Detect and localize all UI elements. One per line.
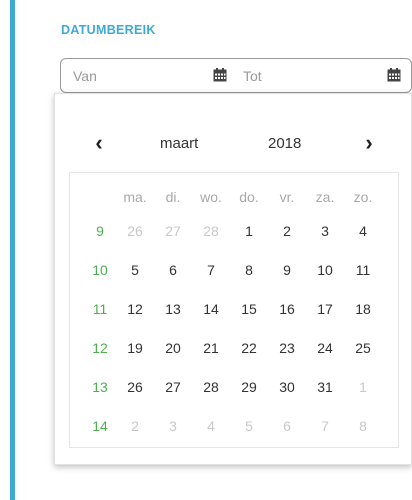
weekday-label: di.: [165, 189, 181, 205]
week-row: 11 12 13 14 15 16 17 18: [84, 289, 382, 328]
day-cell[interactable]: 22: [230, 328, 268, 367]
side-accent-bar: [10, 0, 15, 500]
calendar-table: ma. di. wo. do. vr. za. zo. 9 26 27 28 1 2 3 4 1…: [84, 183, 382, 445]
weekday-label: wo.: [200, 189, 222, 205]
day-cell[interactable]: 18: [344, 289, 382, 328]
month-label[interactable]: maart: [160, 135, 198, 152]
year-label[interactable]: 2018: [268, 135, 301, 152]
day-cell-outside-month[interactable]: 6: [268, 406, 306, 445]
day-cell[interactable]: 25: [344, 328, 382, 367]
day-cell[interactable]: 11: [344, 250, 382, 289]
weekday-label: vr.: [279, 189, 295, 205]
day-cell[interactable]: 7: [192, 250, 230, 289]
week-number: 9: [96, 222, 104, 239]
day-cell-outside-month[interactable]: 8: [344, 406, 382, 445]
day-cell[interactable]: 2: [268, 211, 306, 250]
week-number: 13: [92, 378, 108, 395]
day-cell-outside-month[interactable]: 26: [116, 211, 154, 250]
day-cell[interactable]: 26: [116, 367, 154, 406]
day-cell-outside-month[interactable]: 27: [154, 211, 192, 250]
day-cell[interactable]: 20: [154, 328, 192, 367]
weekday-label: za.: [315, 189, 335, 205]
weekday-header-row: ma. di. wo. do. vr. za. zo.: [84, 183, 382, 211]
chevron-left-icon[interactable]: ‹: [89, 131, 109, 155]
day-cell[interactable]: 30: [268, 367, 306, 406]
day-cell[interactable]: 3: [306, 211, 344, 250]
calendar-icon[interactable]: [213, 68, 227, 82]
week-number: 14: [92, 417, 108, 434]
day-cell[interactable]: 1: [230, 211, 268, 250]
day-cell[interactable]: 29: [230, 367, 268, 406]
section-label: DATUMBEREIK: [61, 23, 156, 37]
day-cell[interactable]: 5: [116, 250, 154, 289]
week-number-header: [84, 183, 116, 211]
day-cell[interactable]: 21: [192, 328, 230, 367]
week-row: 12 19 20 21 22 23 24 25: [84, 328, 382, 367]
week-number: 11: [92, 300, 108, 317]
day-cell-outside-month[interactable]: 4: [192, 406, 230, 445]
day-cell[interactable]: 16: [268, 289, 306, 328]
date-picker-popup: ‹ maart 2018 › ma. di. wo. do. vr. za. z…: [54, 93, 412, 465]
day-cell[interactable]: 31: [306, 367, 344, 406]
week-row: 13 26 27 28 29 30 31 1: [84, 367, 382, 406]
week-row: 9 26 27 28 1 2 3 4: [84, 211, 382, 250]
day-cell[interactable]: 4: [344, 211, 382, 250]
day-cell[interactable]: 9: [268, 250, 306, 289]
day-cell[interactable]: 10: [306, 250, 344, 289]
day-cell-outside-month[interactable]: 5: [230, 406, 268, 445]
day-cell[interactable]: 15: [230, 289, 268, 328]
day-cell-outside-month[interactable]: 7: [306, 406, 344, 445]
chevron-right-icon[interactable]: ›: [359, 131, 379, 155]
day-cell-outside-month[interactable]: 28: [192, 211, 230, 250]
day-cell[interactable]: 19: [116, 328, 154, 367]
day-cell[interactable]: 27: [154, 367, 192, 406]
day-cell[interactable]: 17: [306, 289, 344, 328]
calendar-grid: ma. di. wo. do. vr. za. zo. 9 26 27 28 1 2 3 4 1…: [69, 172, 399, 448]
day-cell[interactable]: 28: [192, 367, 230, 406]
week-number: 12: [92, 339, 108, 356]
week-number: 10: [92, 261, 108, 278]
week-row: 10 5 6 7 8 9 10 11: [84, 250, 382, 289]
calendar-body: 9 26 27 28 1 2 3 4 10 5 6 7 8 9 10 11 11 12 13 14 15 16 17 18 12…: [84, 211, 382, 445]
day-cell[interactable]: 14: [192, 289, 230, 328]
day-cell[interactable]: 12: [116, 289, 154, 328]
day-cell[interactable]: 6: [154, 250, 192, 289]
day-cell-outside-month[interactable]: 1: [344, 367, 382, 406]
day-cell[interactable]: 8: [230, 250, 268, 289]
day-cell[interactable]: 13: [154, 289, 192, 328]
day-cell[interactable]: 24: [306, 328, 344, 367]
day-cell-outside-month[interactable]: 2: [116, 406, 154, 445]
weekday-label: do.: [239, 189, 259, 205]
week-row: 14 2 3 4 5 6 7 8: [84, 406, 382, 445]
to-date-input[interactable]: [231, 59, 371, 92]
calendar-icon[interactable]: [387, 68, 401, 82]
weekday-label: zo.: [353, 189, 373, 205]
day-cell-outside-month[interactable]: 3: [154, 406, 192, 445]
from-date-input[interactable]: [61, 59, 206, 92]
date-range-field: [60, 58, 412, 93]
weekday-label: ma.: [123, 189, 147, 205]
day-cell[interactable]: 23: [268, 328, 306, 367]
